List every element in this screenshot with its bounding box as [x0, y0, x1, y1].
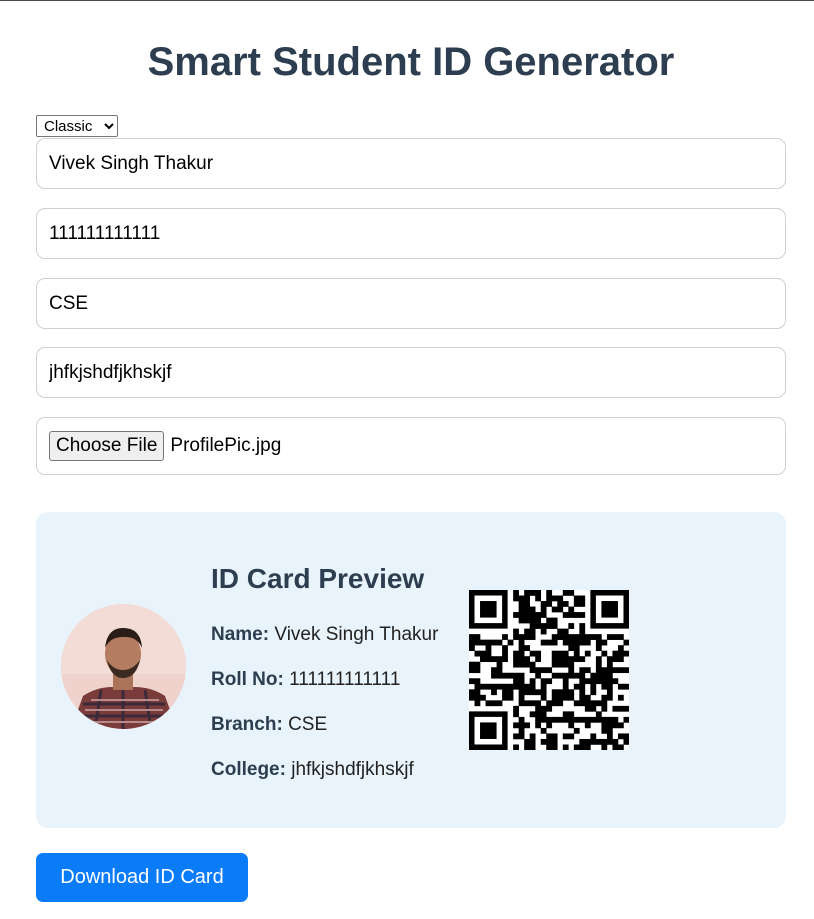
college-input[interactable]	[36, 347, 786, 398]
qr-code-icon	[469, 590, 630, 751]
download-id-card-button[interactable]: Download ID Card	[36, 853, 248, 902]
roll-label: Roll No:	[211, 669, 284, 690]
branch-value: CSE	[288, 714, 328, 735]
template-select[interactable]: Classic	[36, 115, 118, 137]
name-label: Name:	[211, 624, 270, 645]
roll-value: 111111111111	[289, 669, 401, 690]
name-input[interactable]	[36, 138, 786, 189]
choose-file-button[interactable]: Choose File	[49, 431, 165, 461]
branch-label: Branch:	[211, 714, 283, 735]
college-value: jhfkjshdfjkhskjf	[291, 759, 414, 780]
selected-file-name: ProfilePic.jpg	[170, 435, 282, 456]
card-branch-line: Branch: CSE	[211, 713, 327, 737]
card-roll-line: Roll No: 111111111111	[211, 668, 400, 692]
page-title: Smart Student ID Generator	[147, 40, 675, 84]
college-label: College:	[211, 759, 286, 780]
id-card-preview: ID Card Preview Name: Vivek Singh Thakur…	[36, 512, 786, 828]
top-divider	[0, 0, 814, 1]
card-college-line: College: jhfkjshdfjkhskjf	[211, 758, 414, 782]
card-name-line: Name: Vivek Singh Thakur	[211, 623, 438, 647]
branch-input[interactable]	[36, 278, 786, 329]
student-photo-icon	[61, 604, 186, 729]
photo-upload-field: Choose File ProfilePic.jpg	[36, 417, 786, 475]
page: Smart Student ID Generator Classic Choos…	[0, 0, 814, 919]
name-value: Vivek Singh Thakur	[274, 624, 439, 645]
card-heading: ID Card Preview	[211, 563, 425, 594]
roll-number-input[interactable]	[36, 208, 786, 259]
